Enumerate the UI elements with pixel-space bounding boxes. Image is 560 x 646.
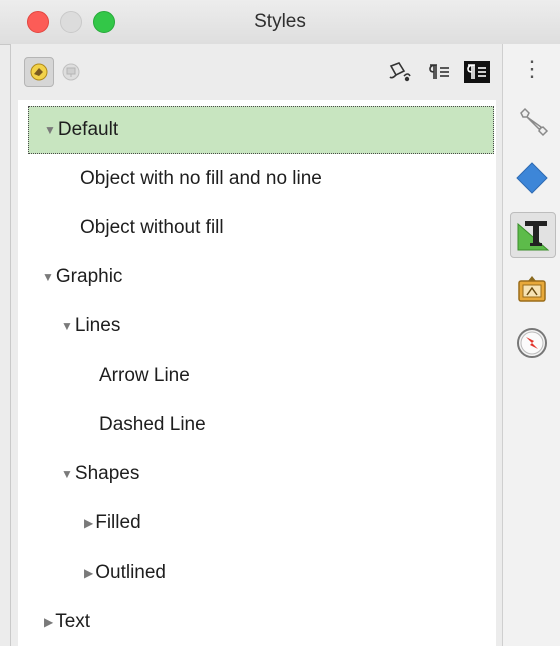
fill-format-mode-button[interactable] [384, 57, 414, 87]
sidebar-tab-gallery[interactable] [503, 267, 560, 313]
tree-item-label: Filled [95, 512, 141, 533]
tree-item-arrow-line[interactable]: Arrow Line [18, 352, 560, 400]
more-options-icon: ⋮ [521, 56, 543, 81]
shapes-diamond-icon [516, 162, 548, 194]
sidebar-tab-styles[interactable] [510, 212, 556, 258]
styles-icon [517, 221, 550, 251]
update-style-button[interactable] [462, 57, 492, 87]
tree-item-label: Outlined [95, 562, 167, 583]
styles-toolbar [10, 44, 502, 98]
expanded-arrow-icon[interactable]: ▼ [61, 302, 73, 350]
sidebar-tab-properties[interactable] [503, 99, 560, 145]
sidebar-tab-navigator[interactable] [503, 320, 560, 366]
panel-border [10, 44, 11, 646]
tree-item-label: Graphic [55, 266, 123, 287]
sidebar-menu-button[interactable]: ⋮ [503, 46, 560, 92]
new-style-from-selection-button[interactable] [424, 57, 454, 87]
tree-item-lines[interactable]: ▼ Lines [18, 302, 539, 350]
tree-item-filled[interactable]: ▶ Filled [18, 499, 560, 547]
drawing-styles-icon [30, 63, 48, 81]
tree-item-outlined[interactable]: ▶ Outlined [18, 549, 560, 597]
expanded-arrow-icon[interactable]: ▼ [61, 450, 73, 498]
gallery-icon [518, 276, 546, 302]
collapsed-arrow-icon[interactable]: ▶ [84, 549, 93, 597]
tree-item-label: Text [55, 611, 91, 632]
presentation-styles-icon [62, 63, 80, 81]
tree-item-shapes[interactable]: ▼ Shapes [18, 450, 539, 498]
update-style-icon [464, 61, 490, 83]
tree-item-label: Lines [74, 315, 121, 336]
tree-item-dashed-line[interactable]: Dashed Line [18, 401, 560, 449]
sidebar-tab-shapes[interactable] [503, 155, 560, 201]
new-style-from-selection-icon [429, 64, 449, 79]
presentation-styles-button[interactable] [56, 57, 86, 87]
fill-format-mode-icon [389, 62, 411, 82]
tree-item-label: Arrow Line [99, 365, 190, 386]
tree-item-object-with-no-fill-and-no-line[interactable]: Object with no fill and no line [18, 155, 558, 203]
title-bar: Styles [0, 0, 560, 45]
expanded-arrow-icon[interactable]: ▼ [44, 107, 56, 153]
properties-wrench-icon [520, 107, 549, 137]
styles-tree: ▼ Default Object with no fill and no line… [18, 100, 496, 646]
drawing-styles-button[interactable] [24, 57, 54, 87]
collapsed-arrow-icon[interactable]: ▶ [84, 499, 93, 547]
window-title: Styles [254, 11, 306, 32]
navigator-compass-icon [517, 328, 547, 358]
sidebar-tab-bar: ⋮ [502, 44, 560, 646]
tree-item-label: Object without fill [80, 217, 224, 238]
tree-item-text[interactable]: ▶ Text [18, 598, 522, 646]
tree-item-graphic[interactable]: ▼ Graphic [18, 253, 520, 301]
tree-item-default[interactable]: ▼ Default [28, 106, 494, 154]
tree-item-object-without-fill[interactable]: Object without fill [18, 204, 558, 252]
tree-item-label: Dashed Line [99, 414, 206, 435]
tree-item-label: Object with no fill and no line [80, 168, 322, 189]
expanded-arrow-icon[interactable]: ▼ [42, 253, 54, 301]
tree-item-label: Shapes [74, 463, 140, 484]
collapsed-arrow-icon[interactable]: ▶ [44, 598, 53, 646]
tree-item-label: Default [57, 119, 119, 140]
